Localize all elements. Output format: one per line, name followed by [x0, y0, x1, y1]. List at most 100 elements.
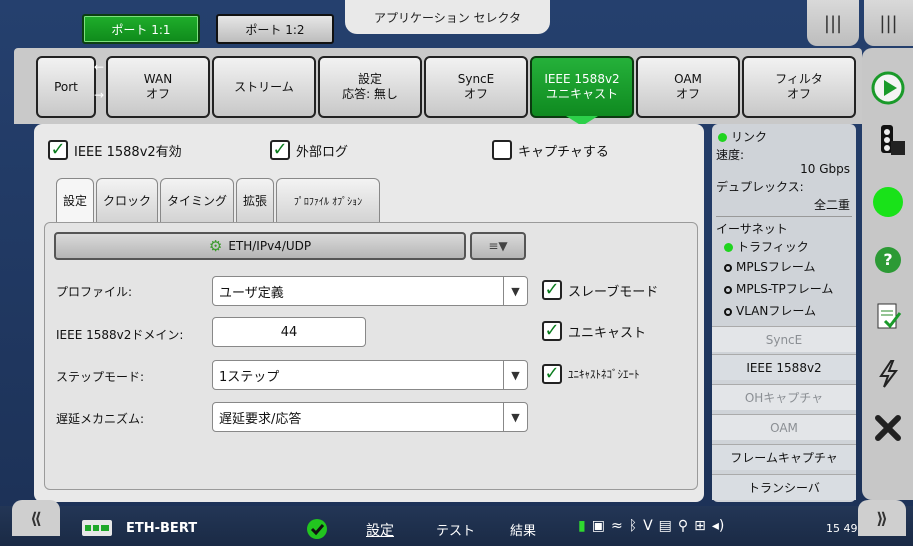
check-icon: ✓	[270, 140, 290, 160]
network-icon: ⊞	[694, 518, 706, 534]
help-button[interactable]: ?	[868, 240, 908, 280]
camera-icon: ▣	[591, 518, 605, 534]
results-nav-link[interactable]: 結果	[510, 520, 536, 539]
profile-label: プロファイル:	[56, 285, 133, 299]
green-led-icon	[873, 187, 903, 217]
right-toolbar: ?	[862, 48, 913, 500]
list-dropdown-icon: ≡▼	[488, 239, 508, 253]
step-mode-select[interactable]: 1ステップ ▼	[212, 360, 528, 390]
volume-icon: ◂)	[711, 518, 725, 534]
encapsulation-menu-button[interactable]: ≡▼	[470, 232, 526, 260]
test-menu-tab[interactable]: |||	[807, 0, 859, 46]
scroll-left-button[interactable]: ⟪	[12, 500, 60, 536]
setup-nav-link[interactable]: 設定	[366, 520, 394, 540]
laser-status-button[interactable]	[868, 182, 908, 222]
traffic-light-button[interactable]	[868, 120, 908, 160]
clock-time: 15 49	[826, 522, 858, 535]
play-icon	[871, 71, 905, 105]
domain-label: IEEE 1588v2ドメイン:	[56, 328, 184, 342]
step-mode-label: ステップモード:	[56, 370, 145, 384]
ethernet-label: イーサネット	[716, 222, 788, 236]
check-icon: ✓	[542, 364, 562, 384]
speed-label: 速度:	[716, 148, 745, 162]
double-chevron-left-icon: ⟪	[30, 508, 42, 528]
dropdown-arrow-icon: ▼	[503, 361, 527, 389]
link-status: リンク	[718, 128, 767, 145]
screen-icon: ▤	[658, 518, 672, 534]
inject-error-button[interactable]	[868, 354, 908, 394]
tab-stream[interactable]: ストリーム	[212, 56, 316, 118]
port-1-1-button[interactable]: ポート 1:1	[82, 14, 200, 44]
application-selector-button[interactable]: アプリケーション セレクタ	[345, 0, 550, 34]
test-nav-link[interactable]: テスト	[436, 520, 475, 539]
link-led-icon	[718, 133, 727, 142]
dropdown-arrow-icon: ▼	[503, 403, 527, 431]
application-selector-label: アプリケーション セレクタ	[373, 10, 522, 25]
oh-capture-button[interactable]: OHキャプチャ	[712, 384, 856, 410]
double-chevron-right-icon: ⟫	[876, 508, 888, 528]
tab-wan[interactable]: WAN オフ	[106, 56, 210, 118]
module-icon	[82, 520, 112, 536]
ieee1588v2-enable-label: IEEE 1588v2有効	[74, 144, 182, 160]
encapsulation-label: ETH/IPv4/UDP	[228, 239, 312, 253]
unicast-checkbox[interactable]: ✓ ユニキャスト	[542, 321, 646, 341]
ring-icon	[724, 263, 732, 272]
profile-value: ユーザ定義	[219, 285, 284, 301]
slave-mode-label: スレーブモード	[568, 284, 659, 300]
report-icon	[877, 303, 902, 329]
subtab-timing[interactable]: タイミング	[160, 178, 234, 222]
tab-synce[interactable]: SyncE オフ	[424, 56, 528, 118]
ieee1588v2-status-button[interactable]: IEEE 1588v2	[712, 354, 856, 380]
tab-filter[interactable]: フィルタ オフ	[742, 56, 856, 118]
subtab-setup[interactable]: 設定	[56, 178, 94, 222]
capture-checkbox[interactable]: ✓ キャプチャする	[492, 140, 609, 160]
divider	[716, 216, 852, 217]
oam-status-button[interactable]: OAM	[712, 414, 856, 440]
ring-icon	[724, 285, 732, 294]
duplex-value: 全二重	[813, 198, 850, 212]
frame-capture-button[interactable]: フレームキャプチャ	[712, 444, 856, 470]
duplex-label: デュプレックス:	[716, 180, 804, 194]
close-button[interactable]	[868, 408, 908, 448]
mplstp-status: MPLS-TPフレーム	[724, 280, 833, 297]
status-icons: ▮ ▣ ≈ ᛒ V ▤ ⚲ ⊞ ◂)	[578, 518, 724, 534]
delay-mechanism-label: 遅延メカニズム:	[56, 412, 145, 426]
check-icon: ✓	[542, 321, 562, 341]
subtab-profile-options[interactable]: ﾌﾟﾛﾌｧｲﾙ ｵﾌﾟｼｮﾝ	[276, 178, 380, 222]
subtab-extended[interactable]: 拡張	[236, 178, 274, 222]
tab-ieee1588v2[interactable]: IEEE 1588v2 ユニキャスト	[530, 56, 634, 118]
transceiver-button[interactable]: トランシーバ	[712, 474, 856, 500]
tab-port[interactable]: Port	[36, 56, 96, 118]
svg-text:?: ?	[883, 250, 892, 269]
dropdown-arrow-icon: ▼	[503, 277, 527, 305]
profile-select[interactable]: ユーザ定義 ▼	[212, 276, 528, 306]
unicast-negotiation-checkbox[interactable]: ✓ ﾕﾆｷｬｽﾄﾈｺﾞｼｴｰﾄ	[542, 364, 640, 384]
wifi-icon: ≈	[610, 518, 623, 534]
subtab-clock[interactable]: クロック	[96, 178, 158, 222]
close-icon	[875, 415, 901, 441]
port-1-2-button[interactable]: ポート 1:2	[216, 14, 334, 44]
step-mode-value: 1ステップ	[219, 369, 280, 385]
usb-icon: ⚲	[677, 518, 689, 534]
ieee1588v2-enable-checkbox[interactable]: ✓ IEEE 1588v2有効	[48, 140, 182, 160]
encapsulation-button[interactable]: ⚙ ETH/IPv4/UDP	[54, 232, 466, 260]
delay-mechanism-value: 遅延要求/応答	[219, 411, 302, 427]
slave-mode-checkbox[interactable]: ✓ スレーブモード	[542, 280, 658, 300]
check-icon: ✓	[48, 140, 68, 160]
power-icon: ▮	[578, 518, 586, 534]
tab-setup-response[interactable]: 設定 応答: 無し	[318, 56, 422, 118]
traffic-status: トラフィック	[724, 238, 809, 255]
unchecked-box-icon: ✓	[492, 140, 512, 160]
domain-input[interactable]: 44	[212, 317, 366, 347]
tab-oam[interactable]: OAM オフ	[636, 56, 740, 118]
synce-status-button[interactable]: SyncE	[712, 326, 856, 352]
report-button[interactable]	[868, 296, 908, 336]
vlan-status: VLANフレーム	[724, 302, 816, 319]
help-icon: ?	[875, 247, 901, 273]
start-test-button[interactable]	[868, 68, 908, 108]
delay-mechanism-select[interactable]: 遅延要求/応答 ▼	[212, 402, 528, 432]
main-menu-tab[interactable]: |||	[864, 0, 913, 46]
external-log-checkbox[interactable]: ✓ 外部ログ	[270, 140, 348, 160]
scroll-right-button[interactable]: ⟫	[858, 500, 906, 536]
unicast-label: ユニキャスト	[568, 325, 647, 341]
